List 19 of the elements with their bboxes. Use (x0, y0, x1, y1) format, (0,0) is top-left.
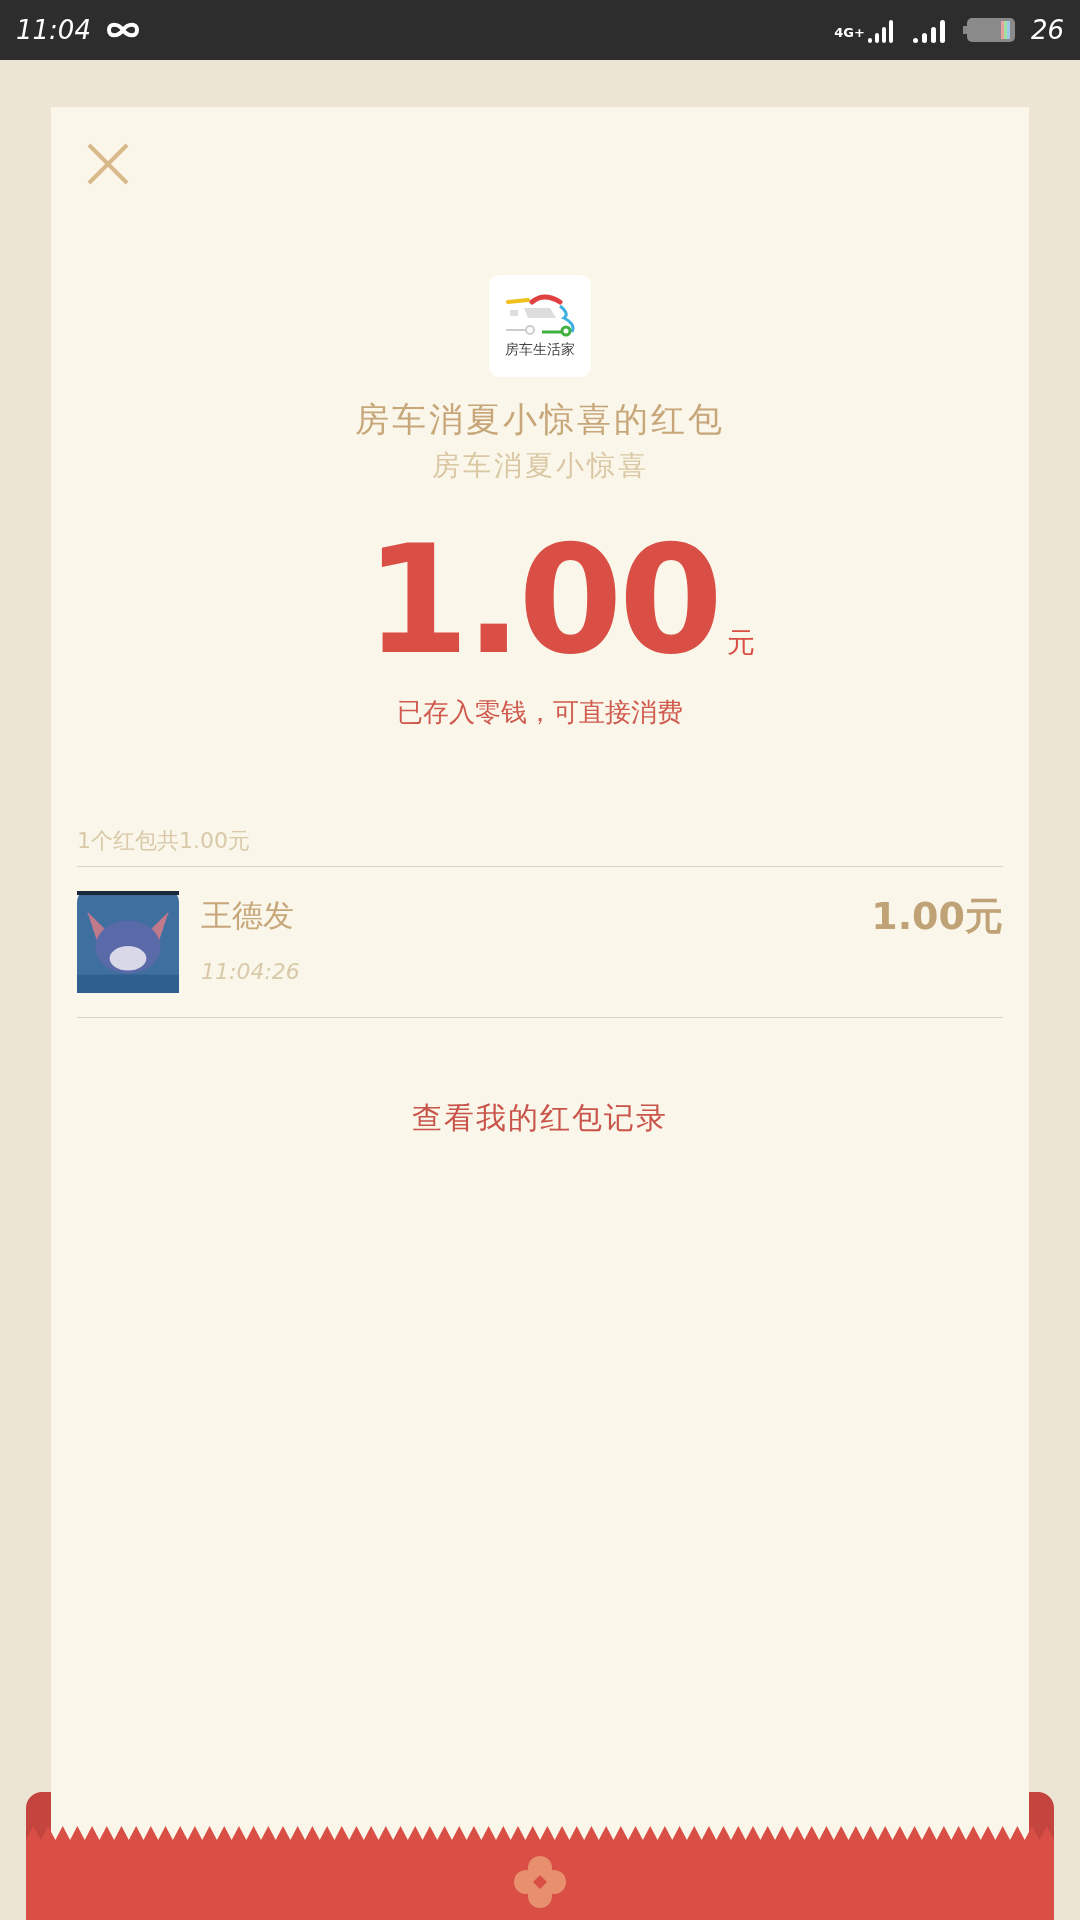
amount-note: 已存入零钱，可直接消费 (397, 696, 683, 729)
battery-icon (962, 17, 1017, 43)
amount-unit: 元 (727, 625, 756, 661)
received-time: 11:04:26 (201, 959, 300, 984)
logo-text: 房车生活家 (505, 340, 575, 359)
amount-value: 1.00 (364, 525, 720, 675)
close-icon (87, 143, 129, 185)
received-amount: 1.00元 (871, 893, 1003, 940)
clock-time: 11:04 (16, 15, 91, 45)
packet-title: 房车消夏小惊喜的红包 (355, 398, 725, 441)
record-link[interactable]: 查看我的红包记录 (412, 1098, 668, 1139)
network-type: 4G+ (834, 25, 865, 40)
sender-name: 王德发 (201, 896, 295, 935)
battery-level: 26 (1030, 15, 1064, 45)
packet-summary: 1个红包共1.00元 (77, 826, 1003, 867)
packet-subtitle: 房车消夏小惊喜 (431, 448, 649, 484)
close-button[interactable] (87, 143, 129, 185)
flower-icon (514, 1856, 566, 1908)
infinity-icon (104, 20, 141, 40)
